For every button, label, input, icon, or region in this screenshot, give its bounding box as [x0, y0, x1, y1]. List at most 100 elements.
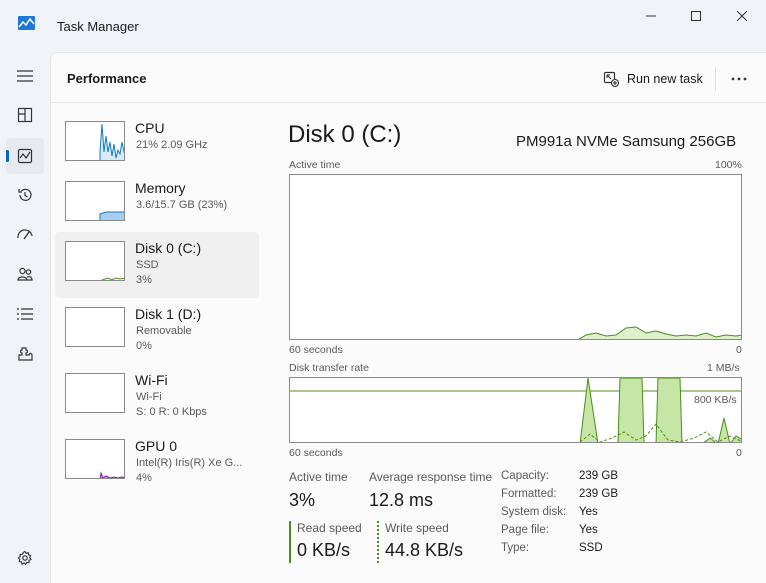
disk-model: PM991a NVMe Samsung 256GB	[516, 133, 737, 150]
minimize-button[interactable]	[628, 0, 674, 32]
read-speed-label: Read speed	[297, 521, 362, 535]
more-options-button[interactable]	[727, 67, 751, 91]
property-label: Capacity:	[501, 470, 549, 482]
transfer-xlabel-right: 0	[736, 447, 742, 459]
run-new-task-button[interactable]: Run new task	[603, 69, 703, 89]
device-name: CPU	[135, 120, 165, 136]
transfer-graph-mid: 800 KB/s	[694, 394, 737, 406]
device-detail: Wi-Fi	[136, 391, 162, 403]
memory-thumbnail	[65, 181, 125, 221]
nav-settings[interactable]	[6, 540, 44, 576]
active-time-value: 3%	[289, 490, 316, 510]
device-name: GPU 0	[135, 438, 178, 454]
more-icon	[731, 77, 747, 81]
property-value: 239 GB	[579, 488, 618, 500]
page-header: Performance Run new task	[51, 53, 766, 103]
active-time-xlabel-left: 60 seconds	[289, 344, 343, 356]
read-speed-value: 0 KB/s	[297, 540, 351, 560]
settings-icon	[17, 550, 32, 566]
write-speed-value: 44.8 KB/s	[385, 540, 464, 560]
performance-icon	[17, 148, 33, 164]
cpu-thumbnail	[65, 121, 125, 161]
avg-response-value: 12.8 ms	[369, 490, 434, 510]
avg-response-label: Average response time	[369, 470, 493, 484]
header-divider	[715, 67, 716, 91]
disk0-thumbnail-graph	[101, 277, 124, 280]
window-title: Task Manager	[57, 19, 139, 34]
maximize-icon	[691, 11, 701, 21]
device-name: Disk 0 (C:)	[135, 240, 202, 256]
active-time-label: Active time	[289, 470, 348, 484]
title-bar: Task Manager	[0, 0, 766, 52]
nav-rail	[0, 52, 50, 583]
nav-app-history[interactable]	[6, 177, 44, 213]
active-time-graph-label: Active time	[289, 159, 341, 171]
app-icon	[18, 16, 35, 30]
transfer-rate-graph-plot	[290, 378, 741, 442]
property-label: System disk:	[501, 506, 567, 518]
disk-title: Disk 0 (C:)	[288, 121, 402, 148]
cpu-thumbnail-graph	[99, 123, 124, 160]
close-button[interactable]	[719, 0, 765, 32]
device-memory[interactable]: Memory 3.6/15.7 GB (23%)	[55, 172, 259, 238]
device-detail: SSD	[136, 259, 159, 271]
device-name: Memory	[135, 180, 186, 196]
services-icon	[18, 347, 33, 361]
property-value: Yes	[579, 524, 598, 536]
read-speed-marker	[289, 521, 291, 563]
property-value: 239 GB	[579, 470, 618, 482]
active-time-graph-max: 100%	[715, 159, 742, 171]
disk1-thumbnail	[65, 307, 125, 347]
nav-details[interactable]	[6, 296, 44, 332]
property-label: Type:	[501, 542, 530, 554]
details-icon	[17, 308, 33, 320]
device-detail: 21% 2.09 GHz	[136, 139, 208, 151]
property-label: Formatted:	[501, 488, 557, 500]
device-disk-1[interactable]: Disk 1 (D:) Removable 0%	[55, 298, 259, 364]
device-name: Wi-Fi	[135, 372, 168, 388]
device-detail: Removable	[136, 325, 192, 337]
transfer-graph-max: 1 MB/s	[707, 362, 740, 374]
active-indicator	[6, 150, 9, 162]
hamburger-icon	[17, 70, 33, 82]
minimize-icon	[646, 15, 656, 17]
maximize-button[interactable]	[673, 0, 719, 32]
nav-menu-button[interactable]	[6, 58, 44, 94]
startup-icon	[17, 229, 33, 240]
nav-services[interactable]	[6, 336, 44, 372]
property-value: SSD	[579, 542, 603, 554]
main-content: Performance Run new task CPU 21% 2.09 GH…	[50, 52, 766, 583]
write-speed-marker	[377, 521, 379, 563]
device-gpu-0[interactable]: GPU 0 Intel(R) Iris(R) Xe G... 4%	[55, 430, 259, 496]
users-icon	[17, 267, 33, 281]
device-usage: S: 0 R: 0 Kbps	[136, 406, 207, 418]
transfer-xlabel-left: 60 seconds	[289, 447, 343, 459]
device-wifi[interactable]: Wi-Fi Wi-Fi S: 0 R: 0 Kbps	[55, 364, 259, 430]
wifi-thumbnail	[65, 373, 125, 413]
run-new-task-label: Run new task	[627, 72, 703, 86]
page-title: Performance	[67, 71, 147, 86]
nav-performance[interactable]	[6, 138, 44, 174]
nav-startup-apps[interactable]	[6, 217, 44, 253]
nav-users[interactable]	[6, 256, 44, 292]
device-detail: 3.6/15.7 GB (23%)	[136, 199, 228, 211]
processes-icon	[17, 107, 33, 123]
write-speed-label: Write speed	[385, 521, 449, 535]
device-cpu[interactable]: CPU 21% 2.09 GHz	[55, 112, 259, 178]
app-history-icon	[18, 188, 32, 201]
property-label: Page file:	[501, 524, 549, 536]
active-time-xlabel-right: 0	[736, 344, 742, 356]
device-usage: 3%	[136, 274, 152, 286]
device-name: Disk 1 (D:)	[135, 306, 202, 322]
close-icon	[737, 11, 747, 21]
transfer-rate-graph: 800 KB/s	[289, 377, 742, 443]
device-usage: 4%	[136, 472, 152, 484]
run-task-icon	[603, 71, 619, 87]
device-detail: Intel(R) Iris(R) Xe G...	[136, 457, 243, 469]
property-value: Yes	[579, 506, 598, 518]
device-disk-0[interactable]: Disk 0 (C:) SSD 3%	[55, 232, 259, 298]
disk0-thumbnail	[65, 241, 125, 281]
nav-processes[interactable]	[6, 97, 44, 133]
gpu-thumbnail	[65, 439, 125, 479]
gpu-thumbnail-graph	[99, 471, 124, 478]
